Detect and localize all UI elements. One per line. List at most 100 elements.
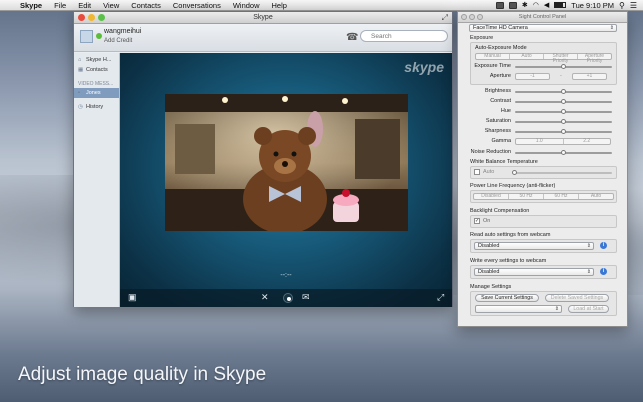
dial-pad-icon[interactable]: ☎ — [346, 32, 358, 43]
aperture-minus-value: -1 — [530, 73, 535, 79]
power-60hz[interactable]: 60 Hz — [544, 194, 579, 199]
sidebar-item-home[interactable]: ⌂ Skype H... — [74, 55, 119, 65]
skype-toolbar: wangmeihui Add Credit ☎ ⚲ — [74, 24, 452, 52]
sidebar-item-history[interactable]: ◷ History — [74, 102, 119, 112]
battery-icon[interactable] — [554, 2, 567, 8]
sidebar-item-label: History — [86, 104, 104, 110]
sidebar-item-label: Jones — [86, 90, 101, 96]
brightness-knob[interactable] — [560, 89, 566, 94]
chevron-down-icon: ⇕ — [586, 269, 591, 275]
skype-titlebar: Skype ⤢ — [74, 12, 452, 24]
cp-zoom-icon[interactable] — [477, 14, 483, 20]
sharpness-label: Sharpness — [484, 128, 511, 134]
info-icon[interactable]: i — [600, 242, 607, 249]
white-balance-slider[interactable] — [515, 172, 612, 174]
spotlight-icon[interactable]: ⚲ — [619, 1, 625, 10]
call-control-bar: ▣ ✕ ✉ ⤢ — [120, 289, 452, 307]
ae-mode-shutter[interactable]: Shutter Priority — [544, 54, 578, 64]
volume-icon[interactable]: ◀ — [544, 1, 549, 9]
fullscreen-video-icon[interactable]: ⤢ — [437, 292, 444, 303]
avatar[interactable] — [80, 30, 93, 43]
online-status-icon[interactable] — [96, 33, 102, 39]
bluetooth-icon[interactable]: ✱ — [522, 1, 528, 9]
ae-mode-auto[interactable]: Auto — [510, 54, 544, 59]
menu-view[interactable]: View — [97, 1, 125, 10]
power-50hz[interactable]: 50 Hz — [509, 194, 544, 199]
camera-status-icon[interactable] — [508, 1, 517, 9]
cp-close-icon[interactable] — [461, 14, 467, 20]
save-current-settings-button[interactable]: Save Current Settings — [475, 294, 539, 302]
webcam-feed — [165, 94, 408, 231]
camera-select-value: FaceTime HD Camera — [473, 25, 528, 31]
end-call-icon[interactable]: ✕ — [261, 292, 269, 303]
add-credit-link[interactable]: Add Credit — [104, 38, 132, 44]
menu-help[interactable]: Help — [266, 1, 293, 10]
read-auto-select[interactable]: Disabled ⇕ — [474, 242, 594, 250]
menu-file[interactable]: File — [48, 1, 72, 10]
camera-select[interactable]: FaceTime HD Camera ⇕ — [469, 24, 617, 32]
notification-center-icon[interactable]: ☰ — [630, 1, 637, 10]
gamma-control[interactable]: 1.0 2.2 — [515, 138, 611, 145]
contrast-label: Contrast — [490, 98, 511, 104]
noise-reduction-knob[interactable] — [560, 150, 566, 155]
hue-knob[interactable] — [560, 109, 566, 114]
sidebar-item-jones[interactable]: • Jones — [74, 88, 119, 98]
exposure-time-knob[interactable] — [560, 64, 566, 69]
skype-window: Skype ⤢ wangmeihui Add Credit ☎ ⚲ ⌂ Skype… — [73, 11, 453, 307]
white-balance-auto-checkbox[interactable] — [474, 169, 480, 175]
close-icon[interactable] — [78, 14, 85, 21]
search-input[interactable] — [360, 30, 448, 42]
white-balance-knob[interactable] — [512, 170, 517, 175]
aperture-plus[interactable]: +1 — [572, 73, 607, 80]
cp-title: Sight Control Panel — [518, 14, 567, 20]
record-button[interactable] — [283, 293, 293, 303]
auto-exposure-segmented[interactable]: Manual Auto Shutter Priority Aperture Pr… — [475, 53, 612, 64]
white-balance-auto-label: Auto — [483, 169, 495, 175]
wifi-icon[interactable]: ◠ — [533, 1, 539, 9]
minimize-icon[interactable] — [88, 14, 95, 21]
write-every-select[interactable]: Disabled ⇕ — [474, 268, 594, 276]
saturation-knob[interactable] — [560, 119, 566, 124]
menu-conversations[interactable]: Conversations — [167, 1, 227, 10]
fullscreen-icon[interactable]: ⤢ — [442, 12, 448, 24]
contrast-knob[interactable] — [560, 99, 566, 104]
ae-mode-aperture[interactable]: Aperture Priority — [578, 54, 611, 64]
info-icon[interactable]: i — [600, 268, 607, 275]
power-auto[interactable]: Auto — [579, 194, 613, 199]
backlight-group — [470, 215, 617, 228]
power-line-segmented[interactable]: Disabled 50 Hz 60 Hz Auto — [473, 193, 614, 200]
manage-settings-label: Manage Settings — [470, 284, 512, 290]
menu-contacts[interactable]: Contacts — [125, 1, 167, 10]
power-disabled[interactable]: Disabled — [474, 194, 509, 199]
menu-window[interactable]: Window — [227, 1, 266, 10]
skype-sidebar: ⌂ Skype H... ▦ Contacts VIDEO MESS... • Jon… — [74, 53, 120, 307]
zoom-icon[interactable] — [98, 14, 105, 21]
hue-label: Hue — [500, 108, 511, 114]
sidebar-toggle-icon[interactable]: ▣ — [128, 292, 137, 303]
sidebar-item-contacts[interactable]: ▦ Contacts — [74, 65, 119, 75]
write-every-value: Disabled — [478, 269, 500, 275]
load-at-start-button[interactable]: Load at Start — [568, 305, 609, 313]
username[interactable]: wangmeihui — [104, 28, 141, 35]
status-app-icon[interactable] — [495, 1, 504, 9]
gamma-label: Gamma — [491, 138, 511, 144]
menu-edit[interactable]: Edit — [72, 1, 97, 10]
skype-logo: skype — [404, 59, 444, 75]
delete-saved-settings-button[interactable]: Delete Saved Settings — [545, 294, 609, 302]
message-icon[interactable]: ✉ — [302, 292, 310, 303]
sidebar-item-label: Contacts — [86, 67, 108, 73]
sharpness-knob[interactable] — [560, 129, 566, 134]
power-line-label: Power Line Frequency (anti-flicker) — [470, 183, 556, 189]
chevron-down-icon: ⇕ — [554, 306, 559, 312]
menu-app-name[interactable]: Skype — [14, 1, 48, 10]
auto-exposure-label: Auto-Exposure Mode — [475, 45, 527, 51]
ae-mode-manual[interactable]: Manual — [476, 54, 510, 59]
cp-minimize-icon[interactable] — [469, 14, 475, 20]
backlight-on-checkbox[interactable]: ✓ — [474, 218, 480, 224]
aperture-label: Aperture — [489, 73, 511, 79]
white-balance-label: White Balance Temperature — [470, 159, 538, 165]
webcam-image — [165, 94, 408, 231]
menu-clock[interactable]: Tue 9:10 PM — [571, 1, 614, 10]
saved-settings-select[interactable]: ⇕ — [475, 305, 562, 313]
aperture-minus[interactable]: -1 — [515, 73, 550, 80]
